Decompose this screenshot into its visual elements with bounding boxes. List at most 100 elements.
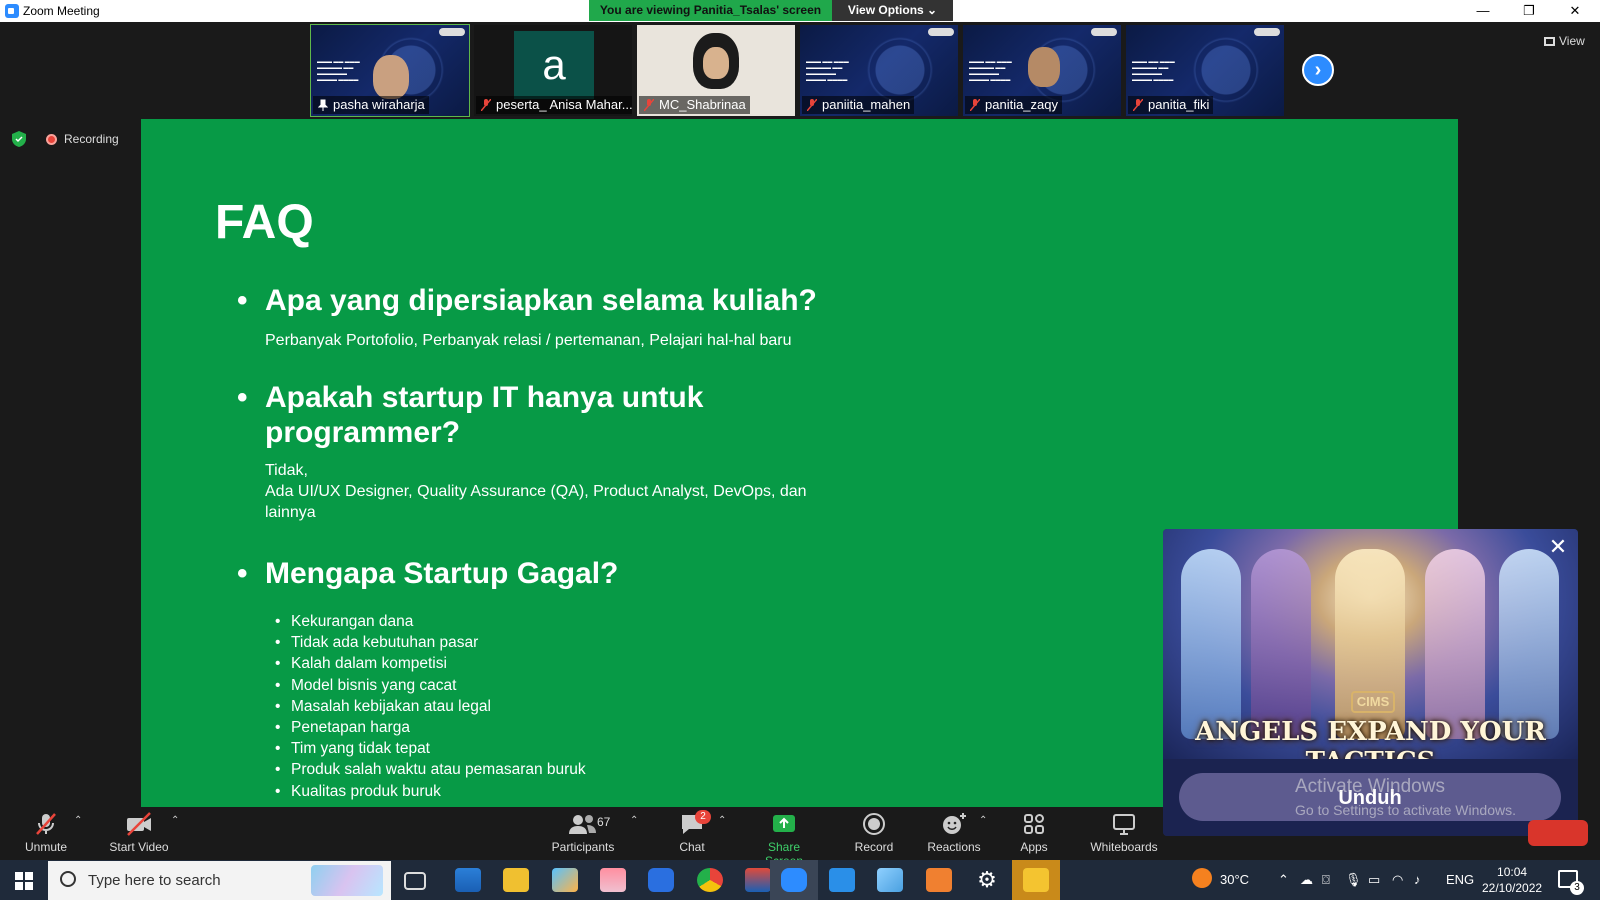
participant-name: panitia_zaqy xyxy=(965,96,1062,114)
clock-date: 22/10/2022 xyxy=(1482,881,1543,895)
participant-name: panitia_fiki xyxy=(1128,96,1214,114)
faq-answer-1: Perbanyak Portofolio, Perbanyak relasi /… xyxy=(265,332,792,349)
record-button[interactable]: Record xyxy=(852,812,896,854)
tile-options-icon[interactable] xyxy=(1091,28,1117,36)
start-video-label: Start Video xyxy=(109,840,169,854)
view-layout-button[interactable]: View xyxy=(1544,34,1585,48)
list-item: Model bisnis yang cacat xyxy=(275,675,586,696)
participant-tile[interactable]: MC_Shabrinaa xyxy=(637,25,795,116)
whiteboards-button[interactable]: Whiteboards xyxy=(1088,812,1160,854)
sticky-notes-icon[interactable] xyxy=(1023,868,1049,892)
taskbar-clock[interactable]: 10:04 22/10/2022 xyxy=(1482,864,1542,896)
participant-tile[interactable]: a peserta_ Anisa Mahar... xyxy=(474,25,632,116)
notepad-app-icon[interactable] xyxy=(877,868,903,892)
chat-options-caret-icon[interactable]: ⌃ xyxy=(718,815,726,826)
close-icon[interactable]: ✕ xyxy=(1548,536,1568,558)
game-logo: CIMS xyxy=(1351,691,1395,713)
unmute-button[interactable]: Unmute xyxy=(18,812,74,854)
tile-options-icon[interactable] xyxy=(928,28,954,36)
activate-windows-title: Activate Windows xyxy=(1295,776,1445,797)
reactions-label: Reactions xyxy=(927,840,981,854)
participant-video xyxy=(373,55,409,99)
character-figure xyxy=(1251,549,1311,739)
task-view-icon[interactable] xyxy=(404,872,426,890)
onedrive-icon[interactable]: ☁ xyxy=(1300,872,1313,888)
participant-tile[interactable]: ▬▬▬ ▬▬ ▬▬▬ ▬▬▬▬▬ ▬▬ ▬▬▬▬▬▬ ▬▬▬▬ ▬▬▬▬ paniti… xyxy=(963,25,1121,116)
faq-answer-2-line-1: Tidak, xyxy=(265,462,308,479)
stack-app-icon[interactable] xyxy=(600,868,626,892)
character-figure xyxy=(1499,549,1559,739)
chrome-icon[interactable] xyxy=(697,868,723,892)
battery-icon[interactable]: ▭ xyxy=(1368,872,1380,888)
whiteboard-icon xyxy=(1113,814,1135,835)
participant-name-label: peserta_ Anisa Mahar... xyxy=(496,97,632,112)
participants-options-caret-icon[interactable]: ⌃ xyxy=(630,815,638,826)
weather-temperature[interactable]: 30°C xyxy=(1220,872,1249,887)
taskbar-search-box[interactable]: Type here to search xyxy=(48,861,391,900)
chat-unread-badge: 2 xyxy=(695,810,711,824)
encryption-shield-icon[interactable] xyxy=(12,131,26,147)
faq-question-2: Apakah startup IT hanya untuk programmer… xyxy=(237,380,703,450)
camera-icon[interactable]: ⌼ xyxy=(1322,872,1330,888)
close-window-button[interactable]: ✕ xyxy=(1552,0,1598,22)
vscode-icon[interactable] xyxy=(829,868,855,892)
file-explorer-icon[interactable] xyxy=(503,868,529,892)
faq-question-2-line-2: programmer? xyxy=(265,416,461,449)
xampp-icon[interactable] xyxy=(926,868,952,892)
participant-tile[interactable]: ▬▬▬ ▬▬ ▬▬▬ ▬▬▬▬▬ ▬▬ ▬▬▬▬▬▬ ▬▬▬▬ ▬▬▬▬ paniti… xyxy=(1126,25,1284,116)
view-button-label: View xyxy=(1559,34,1585,48)
leave-button[interactable] xyxy=(1528,820,1588,846)
zoom-taskbar-icon[interactable] xyxy=(781,868,807,892)
list-item: Masalah kebijakan atau legal xyxy=(275,696,586,717)
view-options-button[interactable]: View Options ⌄ xyxy=(832,0,953,21)
windows-start-icon[interactable] xyxy=(15,872,33,890)
settings-gear-icon[interactable]: ⚙ xyxy=(974,868,1000,892)
video-options-caret-icon[interactable]: ⌃ xyxy=(171,815,179,826)
audio-options-caret-icon[interactable]: ⌃ xyxy=(74,815,82,826)
search-icon xyxy=(60,871,76,887)
participant-tile[interactable]: ▬▬▬ ▬▬ ▬▬▬ ▬▬▬▬▬ ▬▬ ▬▬▬▬▬▬ ▬▬▬▬ ▬▬▬▬ pasha … xyxy=(310,24,470,117)
unmute-label: Unmute xyxy=(24,840,68,854)
next-page-arrow-icon[interactable]: › xyxy=(1302,54,1334,86)
mic-muted-icon xyxy=(1133,99,1143,111)
show-hidden-icons-chevron-icon[interactable]: ⌃ xyxy=(1278,872,1289,888)
volume-icon[interactable]: ♪ xyxy=(1414,872,1421,887)
window-title: Zoom Meeting xyxy=(23,4,100,18)
list-item: Kekurangan dana xyxy=(275,611,586,632)
faq-answer-2-line-3: lainnya xyxy=(265,504,316,521)
participant-face xyxy=(703,47,729,79)
minimize-button[interactable]: — xyxy=(1460,0,1506,22)
microphone-icon[interactable]: 🎙 xyxy=(1345,872,1362,888)
input-language[interactable]: ENG xyxy=(1446,872,1474,887)
snipping-app-icon[interactable] xyxy=(745,868,771,892)
participant-tile[interactable]: ▬▬▬ ▬▬ ▬▬▬ ▬▬▬▬▬ ▬▬ ▬▬▬▬▬▬ ▬▬▬▬ ▬▬▬▬ paniit… xyxy=(800,25,958,116)
3d-app-icon[interactable] xyxy=(552,868,578,892)
microsoft-store-icon[interactable] xyxy=(455,868,481,892)
weather-sun-icon[interactable] xyxy=(1192,868,1212,888)
activate-windows-hint: Go to Settings to activate Windows. xyxy=(1295,802,1516,818)
notification-count-badge: 3 xyxy=(1570,881,1584,895)
zoom-logo-icon xyxy=(5,4,19,18)
share-screen-icon xyxy=(773,815,795,832)
list-item: Produk salah waktu atau pemasaran buruk xyxy=(275,759,586,780)
character-figure xyxy=(1425,549,1485,739)
participant-name-label: MC_Shabrinaa xyxy=(659,97,746,112)
apps-button[interactable]: Apps xyxy=(1018,812,1050,854)
restore-button[interactable]: ❐ xyxy=(1506,0,1552,22)
tile-options-icon[interactable] xyxy=(1254,28,1280,36)
chat-label: Chat xyxy=(679,840,705,854)
start-video-button[interactable]: Start Video xyxy=(104,812,174,854)
participant-video xyxy=(1028,47,1060,87)
pin-icon xyxy=(318,99,328,111)
faq-question-1: Apa yang dipersiapkan selama kuliah? xyxy=(237,283,817,318)
word-app-icon[interactable] xyxy=(648,868,674,892)
reactions-button[interactable]: Reactions xyxy=(926,812,982,854)
reactions-options-caret-icon[interactable]: ⌃ xyxy=(979,815,987,826)
recording-label: Recording xyxy=(64,132,119,146)
participant-name: peserta_ Anisa Mahar... xyxy=(476,96,632,114)
apps-label: Apps xyxy=(1020,840,1048,854)
participant-name: paniitia_mahen xyxy=(802,96,915,114)
wifi-icon[interactable]: ◠ xyxy=(1392,872,1403,888)
character-figure xyxy=(1181,549,1241,739)
tile-options-icon[interactable] xyxy=(439,28,465,36)
